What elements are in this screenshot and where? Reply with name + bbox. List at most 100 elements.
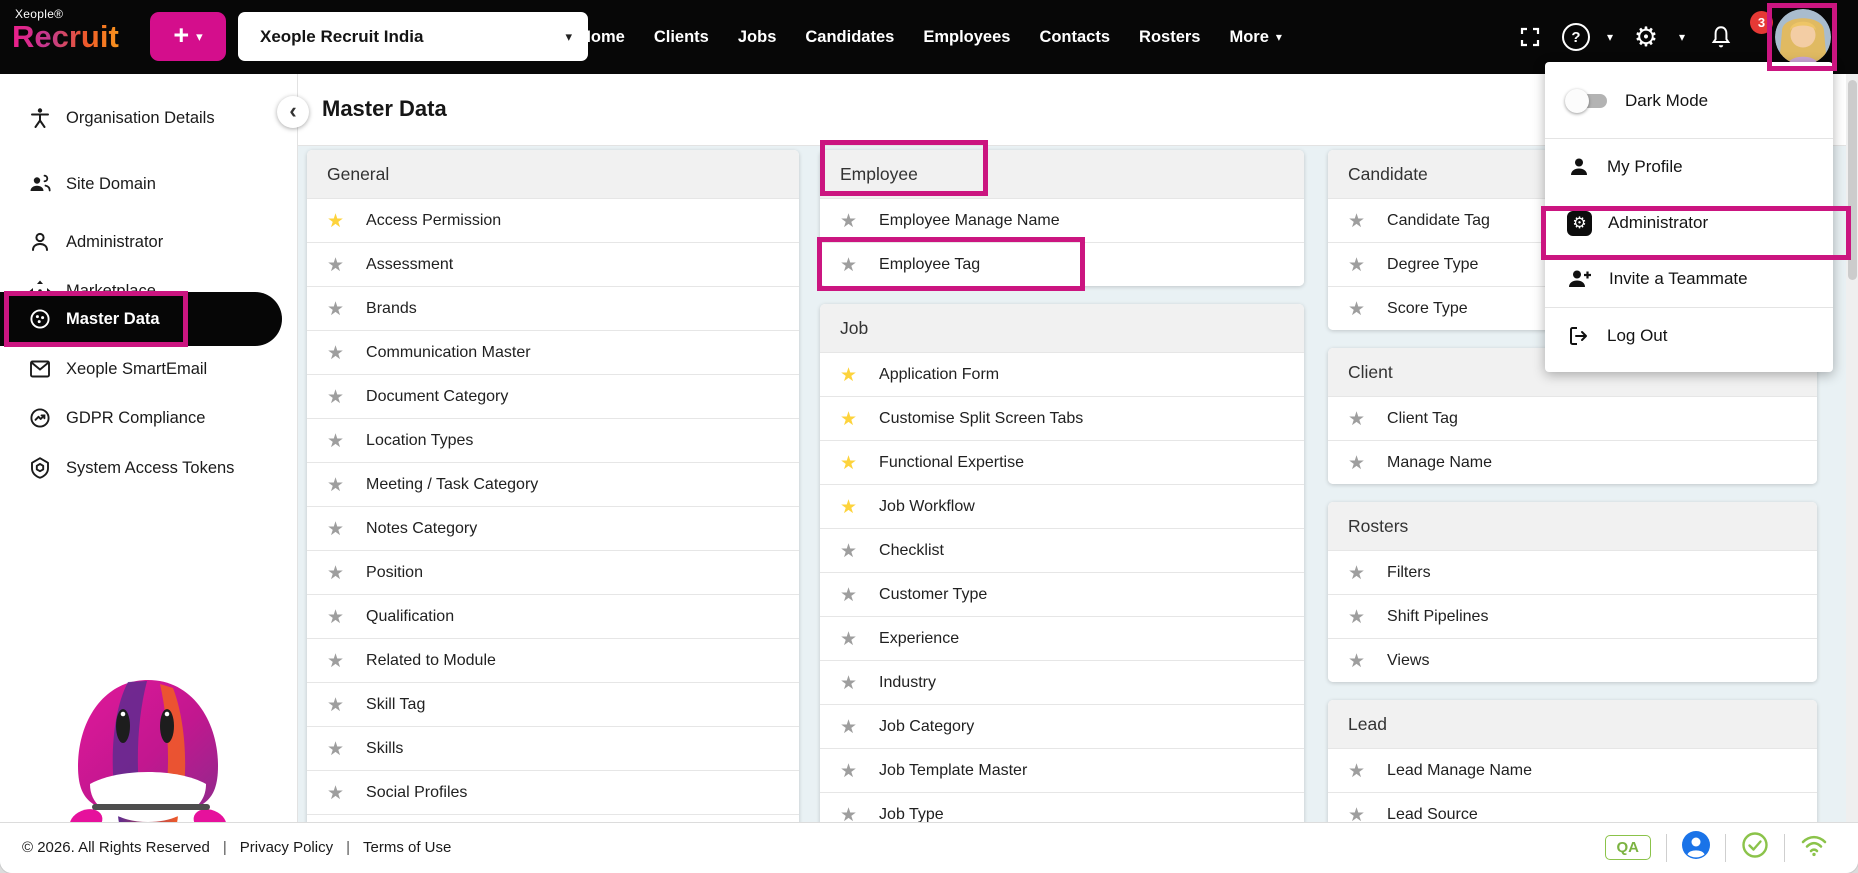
star-icon[interactable]	[327, 386, 344, 408]
star-icon[interactable]	[840, 584, 857, 606]
master-data-item[interactable]: Job Category	[820, 704, 1304, 748]
star-icon[interactable]	[840, 540, 857, 562]
master-data-item[interactable]: Industry	[820, 660, 1304, 704]
star-icon[interactable]	[327, 210, 344, 232]
nav-item-candidates[interactable]: Candidates	[805, 28, 894, 47]
star-icon[interactable]	[1348, 650, 1365, 672]
star-icon[interactable]	[327, 342, 344, 364]
dark-mode-switch[interactable]	[1565, 89, 1609, 113]
star-icon[interactable]	[840, 210, 857, 232]
star-icon[interactable]	[840, 364, 857, 386]
sidebar-item-xeople-smartemail[interactable]: Xeople SmartEmail	[0, 347, 290, 391]
sidebar-item-site-domain[interactable]: Site Domain	[0, 162, 290, 206]
brand-recruit-logo[interactable]: Recruit	[12, 19, 119, 55]
menu-item-administrator[interactable]: Administrator	[1545, 195, 1833, 251]
chevron-down-icon[interactable]	[1597, 30, 1623, 44]
star-icon[interactable]	[327, 606, 344, 628]
vertical-scrollbar[interactable]	[1846, 74, 1858, 822]
master-data-item[interactable]: Document Category	[307, 374, 799, 418]
master-data-item[interactable]: Experience	[820, 616, 1304, 660]
nav-item-more[interactable]: More	[1229, 28, 1281, 47]
master-data-item[interactable]: Location Types	[307, 418, 799, 462]
user-avatar[interactable]	[1775, 9, 1831, 65]
organisation-selector[interactable]: Xeople Recruit India	[238, 12, 588, 61]
star-icon[interactable]	[327, 694, 344, 716]
terms-of-use-link[interactable]: Terms of Use	[363, 839, 451, 856]
star-icon[interactable]	[327, 518, 344, 540]
master-data-item[interactable]: Application Form	[820, 352, 1304, 396]
star-icon[interactable]	[840, 672, 857, 694]
star-icon[interactable]	[840, 760, 857, 782]
master-data-item[interactable]: Skills	[307, 726, 799, 770]
star-icon[interactable]	[840, 716, 857, 738]
sidebar-item-master-data[interactable]: Master Data	[0, 292, 282, 346]
star-icon[interactable]	[327, 650, 344, 672]
master-data-item[interactable]: Qualification	[307, 594, 799, 638]
star-icon[interactable]	[1348, 408, 1365, 430]
master-data-item[interactable]: Job Template Master	[820, 748, 1304, 792]
nav-item-clients[interactable]: Clients	[654, 28, 709, 47]
master-data-item[interactable]: Employee Tag	[820, 242, 1304, 286]
nav-item-home[interactable]: Home	[579, 28, 625, 47]
master-data-item[interactable]: Shift Pipelines	[1328, 594, 1817, 638]
notifications-bell-icon[interactable]	[1695, 24, 1747, 50]
sidebar-item-administrator[interactable]: Administrator	[0, 220, 290, 264]
collapse-sidebar-button[interactable]	[277, 96, 309, 128]
master-data-item[interactable]: Access Permission	[307, 198, 799, 242]
user-status-icon[interactable]	[1682, 831, 1710, 864]
master-data-item[interactable]: Customise Split Screen Tabs	[820, 396, 1304, 440]
sidebar-item-gdpr-compliance[interactable]: GDPR Compliance	[0, 396, 290, 440]
master-data-item[interactable]: Position	[307, 550, 799, 594]
master-data-item[interactable]: Communication Master	[307, 330, 799, 374]
star-icon[interactable]	[1348, 452, 1365, 474]
master-data-item[interactable]: Views	[1328, 638, 1817, 682]
master-data-item[interactable]: Brands	[307, 286, 799, 330]
star-icon[interactable]	[1348, 606, 1365, 628]
master-data-item[interactable]: Meeting / Task Category	[307, 462, 799, 506]
menu-item-log-out[interactable]: Log Out	[1545, 308, 1833, 364]
nav-item-jobs[interactable]: Jobs	[738, 28, 777, 47]
master-data-item[interactable]: Customer Type	[820, 572, 1304, 616]
sync-check-icon[interactable]	[1741, 831, 1769, 864]
star-icon[interactable]	[1348, 760, 1365, 782]
master-data-item[interactable]: Employee Manage Name	[820, 198, 1304, 242]
fullscreen-icon[interactable]	[1505, 25, 1555, 49]
dark-mode-toggle-item[interactable]: Dark Mode	[1545, 76, 1833, 126]
master-data-item[interactable]: Client Tag	[1328, 396, 1817, 440]
star-icon[interactable]	[327, 474, 344, 496]
scrollbar-thumb[interactable]	[1847, 80, 1857, 280]
menu-item-invite-a-teammate[interactable]: Invite a Teammate	[1545, 251, 1833, 307]
master-data-item[interactable]: Lead Manage Name	[1328, 748, 1817, 792]
master-data-item[interactable]: Functional Expertise	[820, 440, 1304, 484]
nav-item-rosters[interactable]: Rosters	[1139, 28, 1200, 47]
master-data-item[interactable]: Checklist	[820, 528, 1304, 572]
star-icon[interactable]	[1348, 562, 1365, 584]
master-data-item[interactable]: Job Workflow	[820, 484, 1304, 528]
star-icon[interactable]	[840, 452, 857, 474]
star-icon[interactable]	[327, 782, 344, 804]
star-icon[interactable]	[327, 430, 344, 452]
chevron-down-icon[interactable]	[1669, 30, 1695, 44]
master-data-item[interactable]: Assessment	[307, 242, 799, 286]
nav-item-contacts[interactable]: Contacts	[1039, 28, 1110, 47]
settings-gear-icon[interactable]	[1623, 24, 1669, 51]
master-data-item[interactable]: Skill Tag	[307, 682, 799, 726]
help-icon[interactable]	[1555, 23, 1597, 51]
master-data-item[interactable]: Social Profiles	[307, 770, 799, 814]
master-data-item[interactable]: Manage Name	[1328, 440, 1817, 484]
star-icon[interactable]	[1348, 254, 1365, 276]
wifi-connection-icon[interactable]	[1800, 831, 1828, 864]
sidebar-item-system-access-tokens[interactable]: System Access Tokens	[0, 446, 290, 490]
nav-item-employees[interactable]: Employees	[923, 28, 1010, 47]
star-icon[interactable]	[840, 496, 857, 518]
star-icon[interactable]	[327, 254, 344, 276]
star-icon[interactable]	[327, 298, 344, 320]
star-icon[interactable]	[1348, 210, 1365, 232]
master-data-item[interactable]: Related to Module	[307, 638, 799, 682]
star-icon[interactable]	[840, 628, 857, 650]
quick-add-button[interactable]: +	[150, 12, 226, 61]
menu-item-my-profile[interactable]: My Profile	[1545, 139, 1833, 195]
star-icon[interactable]	[840, 254, 857, 276]
star-icon[interactable]	[840, 408, 857, 430]
master-data-item[interactable]: Filters	[1328, 550, 1817, 594]
